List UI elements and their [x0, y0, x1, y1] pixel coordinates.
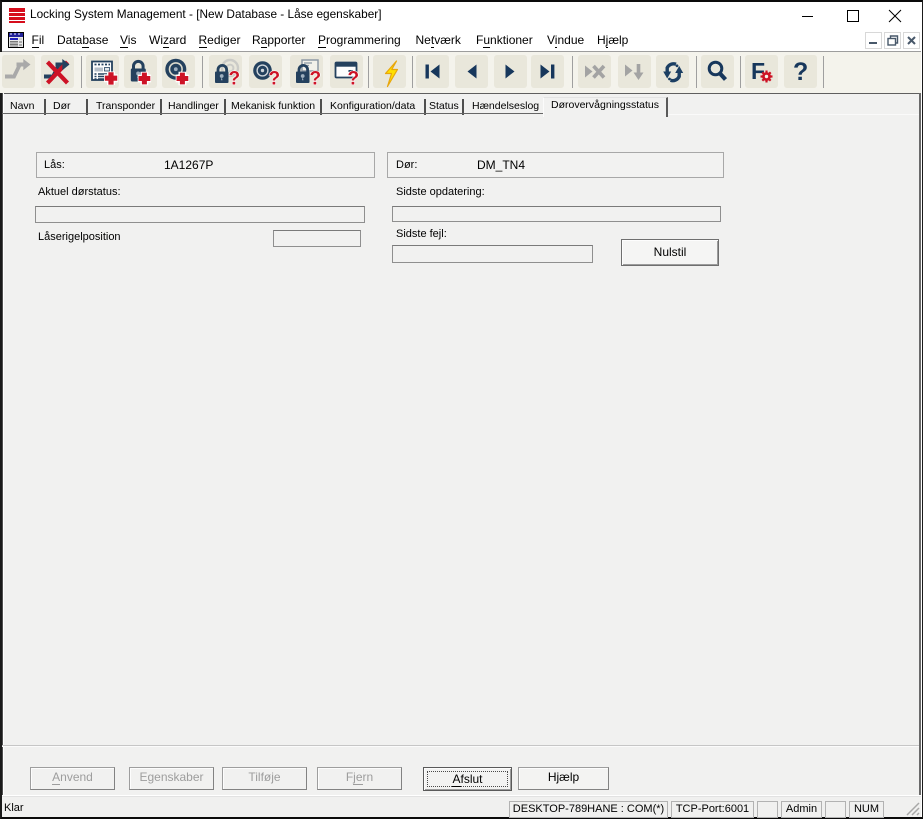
svg-text:?: ?	[269, 69, 281, 89]
svg-text:?: ?	[229, 69, 241, 89]
svg-text:?: ?	[310, 69, 322, 89]
svg-text:?: ?	[793, 58, 808, 86]
svg-text:?: ?	[348, 69, 360, 89]
